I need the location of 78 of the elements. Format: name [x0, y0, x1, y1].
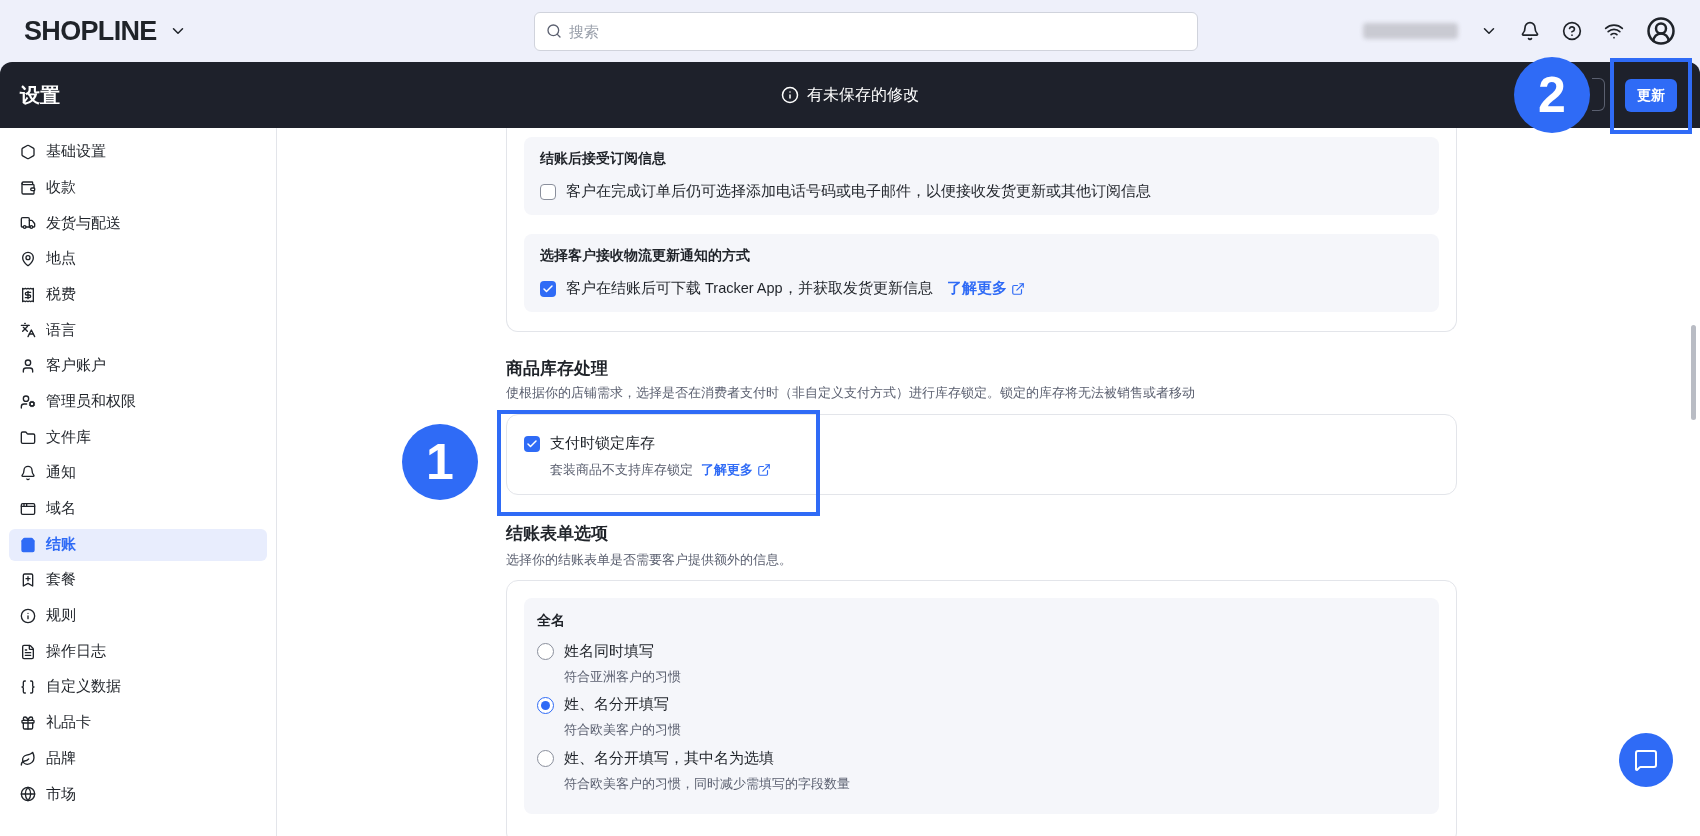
sidebar-item[interactable]: 客户账户 — [9, 350, 267, 383]
section-heading: 结账表单选项 — [506, 523, 609, 546]
globe-icon — [20, 786, 36, 803]
option-label: 姓、名分开填写 — [564, 695, 669, 715]
hexagon-icon — [20, 144, 36, 160]
info-icon — [781, 86, 799, 104]
document-icon — [20, 643, 36, 660]
checkbox[interactable] — [540, 184, 556, 201]
bell-icon[interactable] — [1520, 21, 1540, 41]
bookmark-icon — [20, 572, 36, 589]
folder-icon — [20, 429, 36, 446]
wallet-icon — [20, 179, 36, 196]
sidebar-item[interactable]: 税费 — [9, 278, 267, 311]
bell-icon — [20, 465, 36, 482]
option-label: 支付时锁定库存 — [550, 434, 655, 454]
checkbox[interactable] — [524, 436, 540, 453]
braces-icon — [20, 679, 36, 696]
radio-button[interactable] — [537, 750, 554, 768]
option-label: 姓、名分开填写，其中名为选填 — [564, 748, 774, 768]
checkbox[interactable] — [540, 281, 556, 298]
sidebar-item[interactable]: 市场 — [9, 778, 267, 811]
learn-more-link[interactable]: 了解更多 — [946, 278, 1025, 300]
sidebar-item[interactable]: 操作日志 — [9, 635, 267, 668]
option-title: 选择客户接收物流更新通知的方式 — [540, 247, 751, 265]
user-icon — [20, 358, 36, 375]
sidebar-item[interactable]: 礼品卡 — [9, 707, 267, 739]
option-hint: 符合亚洲客户的习惯 — [564, 668, 682, 686]
sidebar-item[interactable]: 发货与配送 — [9, 207, 267, 240]
option-title: 结账后接受订阅信息 — [540, 150, 667, 168]
wifi-icon[interactable] — [1604, 21, 1624, 41]
sidebar-item[interactable]: 域名 — [9, 492, 267, 525]
search-icon — [546, 22, 562, 39]
sidebar-item[interactable]: 通知 — [9, 457, 267, 490]
info-icon — [20, 607, 36, 624]
scrollbar-thumb[interactable] — [1691, 325, 1696, 420]
page-title: 设置 — [20, 83, 60, 108]
learn-more-link[interactable]: 了解更多 — [701, 461, 771, 480]
sidebar-item[interactable]: 语言 — [9, 314, 267, 347]
sidebar-item[interactable]: 地点 — [9, 243, 267, 276]
radio-button[interactable] — [537, 696, 554, 714]
option-hint: 符合欧美客户的习惯，同时减少需填写的字段数量 — [564, 775, 851, 793]
option-hint: 套装商品不支持库存锁定 — [550, 462, 693, 479]
window-icon — [20, 500, 36, 517]
receipt-icon — [20, 286, 36, 303]
sidebar-item[interactable]: 自定义数据 — [9, 671, 267, 704]
option-label: 客户在结账后可下载 Tracker App，并获取发货更新信息 — [566, 279, 933, 299]
sidebar-item[interactable]: 收款 — [9, 171, 267, 204]
sidebar-item[interactable]: 文件库 — [9, 421, 267, 454]
bag-icon — [20, 536, 36, 553]
map-pin-icon — [20, 251, 36, 268]
unsaved-notice: 有未保存的修改 — [807, 85, 919, 105]
language-icon — [20, 322, 36, 339]
sidebar-item[interactable]: 基础设置 — [9, 136, 267, 168]
section-description: 使根据你的店铺需求，选择是否在消费者支付时（非自定义支付方式）进行库存锁定。锁定的库存将无法被销售或者移动 — [506, 384, 1196, 402]
option-title: 全名 — [537, 611, 566, 630]
gift-icon — [20, 715, 36, 731]
option-label: 姓名同时填写 — [564, 641, 654, 661]
external-link-icon — [757, 463, 771, 478]
external-link-icon — [1010, 282, 1025, 297]
help-icon[interactable] — [1562, 21, 1582, 41]
option-hint: 符合欧美客户的习惯 — [564, 722, 682, 739]
chat-icon — [1634, 748, 1658, 772]
radio-button[interactable] — [537, 643, 554, 661]
truck-icon — [20, 215, 36, 232]
section-heading: 商品库存处理 — [506, 358, 609, 380]
sidebar-item[interactable]: 管理员和权限 — [9, 385, 267, 418]
sidebar-item[interactable]: 套餐 — [9, 564, 267, 597]
option-label: 客户在完成订单后仍可选择添加电话号码或电子邮件，以便接收发货更新或其他订阅信息 — [566, 182, 1151, 202]
sidebar-item[interactable]: 品牌 — [9, 742, 267, 775]
sidebar-item[interactable]: 规则 — [9, 599, 267, 632]
leaf-icon — [20, 750, 36, 767]
logo: SHOPLINE — [24, 14, 157, 48]
avatar-icon[interactable] — [1646, 16, 1676, 46]
search-field[interactable]: 搜索 — [534, 11, 1198, 51]
section-description: 选择你的结账表单是否需要客户提供额外的信息。 — [506, 551, 793, 569]
update-button[interactable]: 更新 — [1625, 78, 1677, 112]
sidebar-item[interactable]: 结账 — [9, 528, 267, 561]
user-gear-icon — [20, 393, 36, 410]
